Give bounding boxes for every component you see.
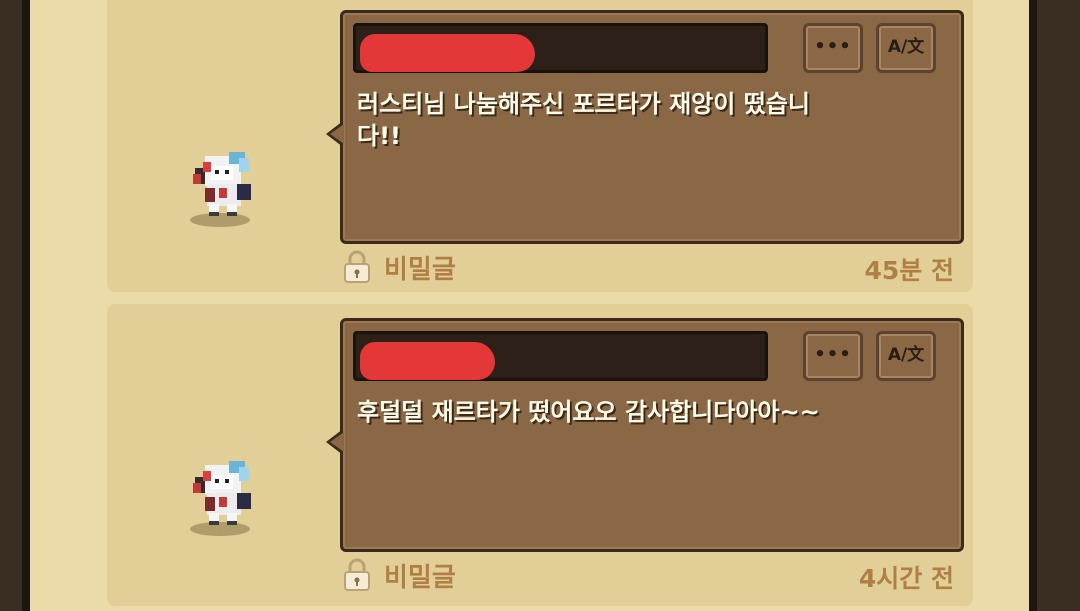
message-text: 러스티님 나눔해주신 포르타가 재앙이 떴습니다!! (357, 90, 810, 150)
author-name-bar (353, 331, 768, 381)
translate-button[interactable]: A/文 (876, 331, 936, 381)
character-avatar[interactable] (185, 148, 260, 228)
post-timestamp: 4시간 전 (858, 564, 954, 593)
pixel-character-icon (190, 152, 251, 227)
message-bubble: ••• A/文 후덜덜 재르타가 떴어요오 감사합니다아아~~ (326, 318, 964, 552)
message-text: 후덜덜 재르타가 떴어요오 감사합니다아아~~ (357, 398, 820, 426)
more-options-button[interactable]: ••• (803, 23, 863, 73)
lock-icon (342, 250, 372, 284)
translate-button[interactable]: A/文 (876, 23, 936, 73)
more-options-button[interactable]: ••• (803, 331, 863, 381)
pixel-character-icon (190, 461, 251, 536)
author-name-bar (353, 23, 768, 73)
lock-icon (342, 558, 372, 592)
redacted-author-name (360, 342, 495, 380)
bubble-tail (326, 429, 344, 455)
message-bubble: ••• A/文 러스티님 나눔해주신 포르타가 재앙이 떴습니다!! (326, 10, 964, 244)
post-timestamp: 45분 전 (864, 256, 955, 285)
secret-post-label: 비밀글 (384, 563, 456, 593)
bubble-tail (326, 121, 344, 147)
secret-post-label: 비밀글 (384, 255, 456, 285)
redacted-author-name (360, 34, 535, 72)
character-avatar[interactable] (185, 457, 260, 537)
post-list: ••• A/文 러스티님 나눔해주신 포르타가 재앙이 떴습니다!! 비밀글 4… (0, 0, 1080, 611)
